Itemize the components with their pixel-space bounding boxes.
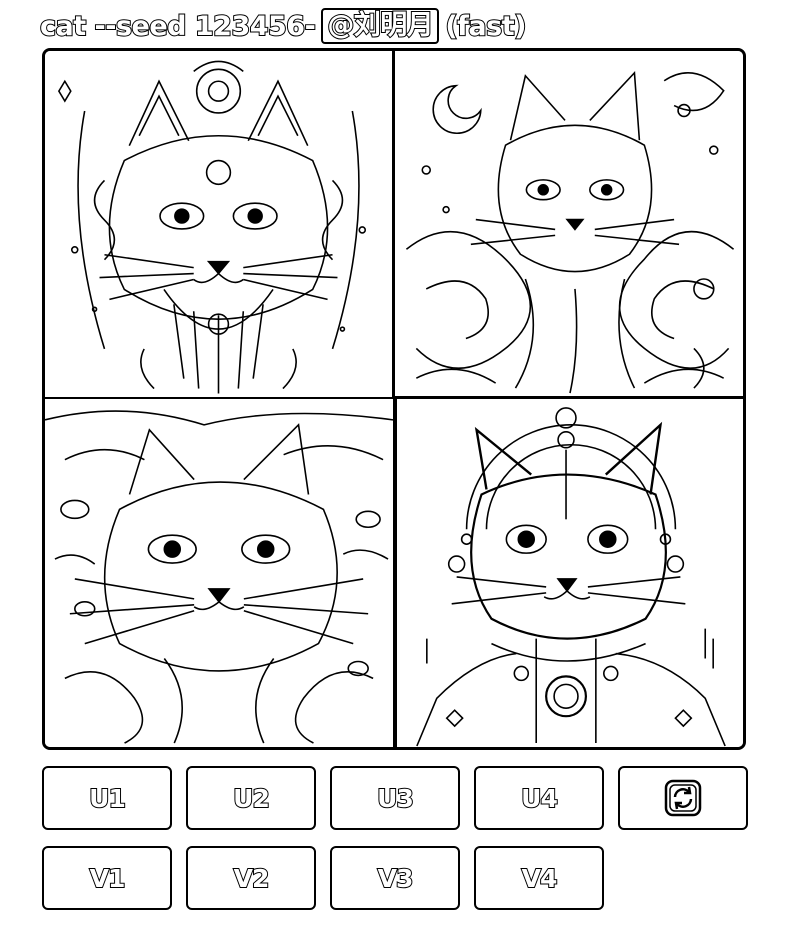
upscale-4-label: U4 bbox=[520, 783, 559, 814]
prompt-text: cat --seed 123456 bbox=[39, 10, 306, 43]
reroll-icon bbox=[664, 779, 702, 817]
upscale-3-button[interactable]: U3 bbox=[330, 766, 460, 830]
cat-illustration-3 bbox=[45, 410, 393, 744]
variation-2-label: V2 bbox=[233, 863, 271, 894]
cat-illustration-2 bbox=[405, 70, 735, 394]
variation-1-button[interactable]: V1 bbox=[42, 846, 172, 910]
upscale-2-button[interactable]: U2 bbox=[186, 766, 316, 830]
upscale-1-label: U1 bbox=[88, 783, 127, 814]
variation-3-button[interactable]: V3 bbox=[330, 846, 460, 910]
variation-4-button[interactable]: V4 bbox=[474, 846, 604, 910]
upscale-4-button[interactable]: U4 bbox=[474, 766, 604, 830]
message-header: cat --seed 123456 - @刘明月 (fast) bbox=[39, 6, 527, 46]
variation-3-label: V3 bbox=[377, 863, 415, 894]
cat-illustration-4 bbox=[416, 407, 726, 747]
title-separator: - bbox=[304, 10, 317, 43]
speed-label: (fast) bbox=[444, 10, 527, 43]
variation-1-label: V1 bbox=[89, 863, 127, 894]
user-mention[interactable]: @刘明月 bbox=[321, 8, 440, 44]
upscale-1-button[interactable]: U1 bbox=[42, 766, 172, 830]
grid-image-4[interactable] bbox=[395, 399, 743, 747]
reroll-button[interactable] bbox=[618, 766, 748, 830]
grid-image-1[interactable] bbox=[45, 51, 395, 399]
grid-image-3[interactable] bbox=[45, 399, 395, 747]
image-grid[interactable] bbox=[42, 48, 746, 750]
cat-illustration-1 bbox=[57, 60, 367, 394]
variation-2-button[interactable]: V2 bbox=[186, 846, 316, 910]
upscale-3-label: U3 bbox=[376, 783, 415, 814]
variation-4-label: V4 bbox=[521, 863, 559, 894]
upscale-2-label: U2 bbox=[232, 783, 271, 814]
grid-image-2[interactable] bbox=[395, 51, 743, 399]
